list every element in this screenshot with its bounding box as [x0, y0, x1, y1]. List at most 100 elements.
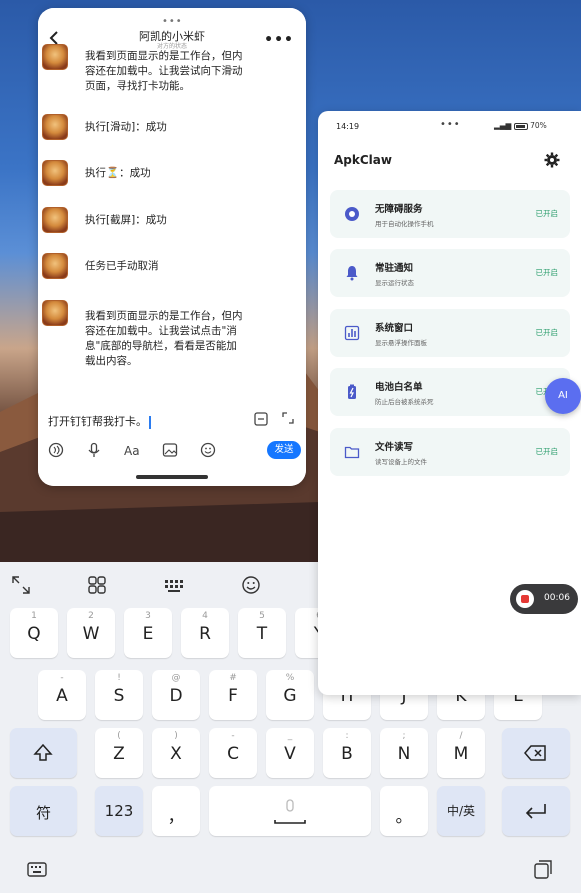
- card-desc: 防止后台被系统杀死: [375, 398, 434, 406]
- key-s[interactable]: ! S: [95, 670, 143, 720]
- record-stop-icon[interactable]: [516, 590, 534, 608]
- comma-key[interactable]: ，: [152, 786, 200, 836]
- chat-message: 执行[截屏]：成功: [42, 207, 292, 237]
- permission-card-system-window[interactable]: 系统窗口 显示悬浮操作面板 已开启: [330, 309, 570, 357]
- key-w[interactable]: 2W: [67, 608, 115, 658]
- message-text: 任务已手动取消: [85, 260, 159, 272]
- screen-record-indicator[interactable]: 00:06: [510, 584, 578, 614]
- permission-card-files[interactable]: 文件读写 读写设备上的文件 已开启: [330, 428, 570, 476]
- key-t[interactable]: 5T: [238, 608, 286, 658]
- collapse-keyboard-icon[interactable]: [10, 574, 32, 596]
- number-key[interactable]: 123: [95, 786, 143, 836]
- period-key[interactable]: 。: [380, 786, 428, 836]
- key-c[interactable]: -C: [209, 728, 257, 778]
- avatar: [42, 114, 68, 140]
- chat-input-value: 打开钉钉帮我打卡。: [48, 415, 147, 428]
- window-handle-icon[interactable]: •••: [440, 119, 461, 130]
- accessibility-icon: [345, 207, 359, 221]
- avatar: [42, 207, 68, 233]
- permission-card-accessibility[interactable]: 无障碍服务 用于自动化操作手机 已开启: [330, 190, 570, 238]
- key-q[interactable]: 1Q: [10, 608, 58, 658]
- chat-window: ••• 阿凯的小米虾 对方的状态 ••• 我看到页面显示的是工作台，但内容还在加…: [38, 8, 306, 486]
- key-a[interactable]: -A: [38, 670, 86, 720]
- key-label: G: [283, 686, 297, 706]
- key-x[interactable]: ) X: [152, 728, 200, 778]
- key-d[interactable]: @ D: [152, 670, 200, 720]
- shift-key[interactable]: [10, 728, 77, 778]
- emoji-keyboard-icon[interactable]: [240, 574, 262, 596]
- key-sub: 4: [202, 611, 208, 621]
- window-handle-icon[interactable]: •••: [162, 16, 183, 27]
- key-label: C: [227, 744, 239, 764]
- permission-card-notification[interactable]: 常驻通知 显示运行状态 已开启: [330, 249, 570, 297]
- card-status: 已开启: [535, 328, 559, 337]
- text-format-icon[interactable]: Aa: [124, 442, 140, 458]
- key-v[interactable]: _ V: [266, 728, 314, 778]
- avatar: [42, 44, 68, 70]
- battery-percent: 70%: [530, 121, 547, 130]
- key-sub: ): [174, 731, 178, 741]
- card-status: 已开启: [535, 447, 559, 456]
- scan-icon[interactable]: [254, 412, 268, 426]
- message-text: 执行[滑动]：成功: [85, 121, 167, 133]
- card-title: 文件读写: [375, 442, 414, 453]
- chat-input[interactable]: 打开钉钉帮我打卡。: [48, 413, 151, 429]
- gear-icon[interactable]: [544, 152, 560, 168]
- key-label: 中/英: [446, 804, 476, 818]
- message-text: 我看到页面显示的是工作台，但内容还在加载中。让我尝试点击"消息"底部的导航栏，看…: [85, 310, 243, 367]
- key-n[interactable]: ; N: [380, 728, 428, 778]
- key-label: F: [228, 686, 238, 706]
- card-title: 常驻通知: [375, 263, 414, 274]
- card-desc: 用于自动化操作手机: [375, 220, 434, 228]
- space-key[interactable]: [209, 786, 371, 836]
- key-r[interactable]: 4R: [181, 608, 229, 658]
- message-text: 执行⏳：成功: [85, 167, 151, 179]
- key-sub: ;: [402, 731, 406, 741]
- folder-icon: [344, 446, 360, 459]
- chat-input-area: 打开钉钉帮我打卡。 Aa 发送: [38, 408, 306, 486]
- key-m[interactable]: / M: [437, 728, 485, 778]
- permission-card-battery[interactable]: 电池白名单 防止后台被系统杀死 已开启: [330, 368, 570, 416]
- key-label: T: [256, 624, 268, 644]
- space-mic-icon: [274, 799, 306, 824]
- card-desc: 显示悬浮操作面板: [375, 339, 427, 347]
- chat-message: 执行[滑动]：成功: [42, 114, 292, 144]
- backspace-key[interactable]: [502, 728, 570, 778]
- key-label: Z: [113, 744, 125, 764]
- key-label: B: [341, 744, 353, 764]
- apps-grid-icon[interactable]: [86, 574, 108, 596]
- key-b[interactable]: :B: [323, 728, 371, 778]
- language-switch-key[interactable]: 中/英: [437, 786, 485, 836]
- clipboard-icon[interactable]: [532, 858, 554, 880]
- key-sub: 1: [31, 611, 37, 621]
- expand-icon[interactable]: [282, 412, 294, 424]
- key-g[interactable]: % G: [266, 670, 314, 720]
- home-indicator[interactable]: [136, 475, 208, 479]
- send-button[interactable]: 发送: [267, 441, 301, 459]
- key-sub: %: [285, 673, 295, 683]
- key-label: 。: [395, 807, 413, 827]
- voice-wave-icon[interactable]: [48, 442, 64, 458]
- ai-assistant-button[interactable]: AI: [545, 378, 581, 414]
- key-label: 符: [35, 804, 51, 822]
- microphone-icon[interactable]: [86, 442, 102, 458]
- key-sub: 5: [259, 611, 265, 621]
- key-e[interactable]: 3E: [124, 608, 172, 658]
- enter-key[interactable]: [502, 786, 570, 836]
- avatar: [42, 300, 68, 326]
- keyboard-switch-icon[interactable]: [26, 858, 48, 880]
- key-label: X: [170, 744, 182, 764]
- text-caret: [149, 415, 151, 429]
- key-z[interactable]: (Z: [95, 728, 143, 778]
- svg-text:Aa: Aa: [124, 444, 140, 458]
- emoji-icon[interactable]: [200, 442, 216, 458]
- card-title: 无障碍服务: [375, 204, 423, 215]
- key-f[interactable]: # F: [209, 670, 257, 720]
- image-icon[interactable]: [162, 442, 178, 458]
- battery-icon: [513, 122, 528, 130]
- symbol-key[interactable]: 符: [10, 786, 77, 836]
- key-label: W: [82, 624, 100, 644]
- signal-icon: ▂▄▆: [494, 121, 514, 130]
- key-label: E: [142, 624, 154, 644]
- keyboard-layout-icon[interactable]: [163, 574, 185, 596]
